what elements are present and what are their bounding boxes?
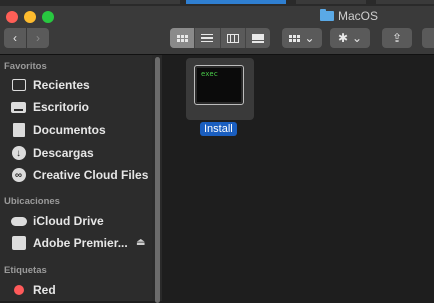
- sidebar-item-label: Red: [33, 283, 56, 297]
- share-icon: ⇪: [391, 31, 403, 45]
- sidebar-section-favorites: Favoritos: [4, 61, 47, 72]
- file-name-label[interactable]: Install: [200, 122, 237, 136]
- list-view-icon: [201, 33, 214, 43]
- icloud-icon: [10, 214, 27, 228]
- sidebar-item-label: Creative Cloud Files: [33, 168, 149, 182]
- sidebar-item-escritorio[interactable]: Escritorio: [10, 98, 89, 116]
- sidebar-item-label: iCloud Drive: [33, 214, 104, 228]
- chevron-right-icon: ›: [36, 31, 40, 45]
- sidebar-item-tag-red[interactable]: Red: [10, 281, 56, 299]
- column-view-icon: [226, 33, 239, 43]
- downloads-icon: ↓: [10, 146, 27, 160]
- sidebar-item-creative-cloud-files[interactable]: ∞ Creative Cloud Files: [10, 166, 148, 184]
- background-tab: [296, 0, 366, 4]
- sidebar-item-label: Descargas: [33, 146, 94, 160]
- chevron-down-icon: ⌄: [304, 31, 315, 45]
- executable-icon-text: exec: [201, 70, 218, 78]
- eject-icon[interactable]: ⏏: [136, 237, 145, 248]
- minimize-window-button[interactable]: [24, 11, 36, 23]
- drive-icon: [10, 236, 27, 250]
- gallery-view-icon: [251, 33, 264, 43]
- background-tab: [376, 0, 434, 4]
- action-menu-button[interactable]: ✱ ⌄: [330, 28, 370, 48]
- creative-cloud-icon: ∞: [10, 168, 27, 182]
- sidebar-item-descargas[interactable]: ↓ Descargas: [10, 144, 94, 162]
- terminal-executable-icon: exec: [194, 65, 244, 105]
- background-tab-active: [186, 0, 286, 4]
- window-title-text: MacOS: [338, 9, 379, 23]
- background-tab: [110, 0, 180, 4]
- sidebar-item-label: Adobe Premier...: [33, 236, 128, 250]
- group-by-button[interactable]: ⌄: [282, 28, 322, 48]
- file-browser-area: exec Install: [162, 55, 434, 301]
- sidebar: Favoritos Recientes Escritorio Documento…: [0, 55, 152, 301]
- tags-button[interactable]: [422, 28, 434, 48]
- share-button[interactable]: ⇪: [382, 28, 412, 48]
- gear-icon: ✱: [337, 31, 348, 45]
- sidebar-section-locations: Ubicaciones: [4, 196, 60, 207]
- chevron-left-icon: ‹: [13, 31, 17, 45]
- sidebar-item-label: Escritorio: [33, 100, 90, 114]
- forward-button[interactable]: ›: [27, 28, 49, 48]
- sidebar-item-recientes[interactable]: Recientes: [10, 76, 90, 94]
- folder-icon: [320, 9, 334, 21]
- tag-red-icon: [10, 283, 27, 297]
- close-window-button[interactable]: [6, 11, 18, 23]
- sidebar-section-tags: Etiquetas: [4, 265, 47, 276]
- icon-view-icon: [176, 34, 188, 42]
- finder-toolbar: MacOS ‹ › ⌄ ✱ ⌄ ⇪: [0, 6, 434, 55]
- file-item-install[interactable]: exec: [186, 58, 254, 120]
- group-icon: [289, 34, 301, 42]
- documents-icon: [10, 123, 27, 137]
- sidebar-item-adobe-premiere[interactable]: Adobe Premier...: [10, 234, 128, 252]
- back-button[interactable]: ‹: [4, 28, 26, 48]
- scrollbar-thumb[interactable]: [155, 57, 160, 303]
- recents-icon: [10, 78, 27, 92]
- gallery-view-button[interactable]: [246, 28, 270, 48]
- sidebar-item-icloud-drive[interactable]: iCloud Drive: [10, 212, 104, 230]
- icon-view-button[interactable]: [170, 28, 196, 48]
- sidebar-scrollbar[interactable]: [152, 55, 162, 303]
- desktop-icon: [10, 100, 27, 114]
- zoom-window-button[interactable]: [42, 11, 54, 23]
- sidebar-item-documentos[interactable]: Documentos: [10, 121, 106, 139]
- column-view-button[interactable]: [221, 28, 246, 48]
- window-title: MacOS: [320, 9, 378, 23]
- sidebar-item-label: Recientes: [33, 78, 90, 92]
- view-mode-selector: [170, 28, 270, 48]
- list-view-button[interactable]: [195, 28, 221, 48]
- sidebar-item-label: Documentos: [33, 123, 106, 137]
- chevron-down-icon: ⌄: [352, 31, 363, 45]
